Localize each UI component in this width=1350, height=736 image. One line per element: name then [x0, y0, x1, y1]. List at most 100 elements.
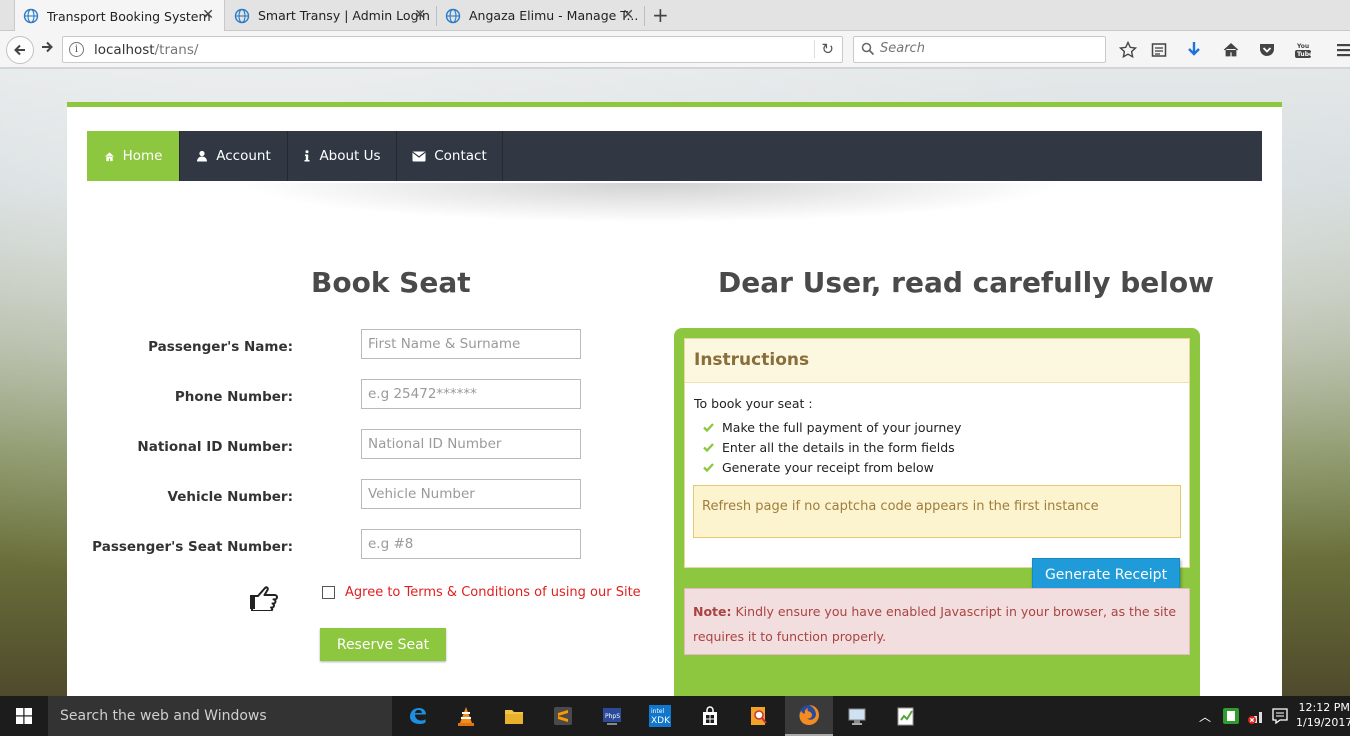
svg-text:PhpS: PhpS [605, 713, 620, 720]
note-text: Kindly ensure you have enabled Javascrip… [693, 604, 1177, 644]
phone-number-label: Phone Number: [174, 389, 293, 405]
windows-taskbar: Search the web and Windows PhpS intel XDK… [0, 696, 1350, 736]
close-icon[interactable]: ✕ [622, 7, 634, 23]
user-icon [197, 150, 208, 162]
system-clock[interactable]: 12:12 PM 1/19/2017 [1296, 700, 1350, 730]
tab-separator [644, 6, 645, 26]
national-id-input[interactable] [361, 429, 581, 459]
site-navigation: Home Account About Us Contact [87, 131, 1262, 181]
close-icon[interactable]: ✕ [414, 7, 426, 23]
vehicle-number-input[interactable] [361, 479, 581, 509]
nav-item-account[interactable]: Account [180, 131, 288, 181]
passenger-name-input[interactable] [361, 329, 581, 359]
instructions-intro: To book your seat : [694, 396, 813, 411]
captcha-note: Refresh page if no captcha code appears … [693, 485, 1181, 538]
nav-item-label: Contact [434, 148, 487, 164]
back-button[interactable] [6, 36, 34, 64]
check-icon [703, 422, 714, 432]
instructions-panel-title: Instructions [685, 339, 1189, 383]
tab-title: Smart Transy | Admin Login [258, 8, 430, 23]
book-seat-heading: Book Seat [311, 266, 471, 299]
network-disconnected-icon[interactable] [1247, 707, 1265, 725]
tab-title: Angaza Elimu - Manage T... [469, 8, 639, 23]
intel-xdk-icon[interactable]: intel XDK [636, 696, 684, 736]
home-icon [104, 151, 114, 161]
seat-number-label: Passenger's Seat Number: [92, 539, 293, 555]
url-path: /trans/ [154, 42, 199, 58]
file-explorer-icon[interactable] [490, 696, 538, 736]
phpstorm-icon[interactable]: PhpS [588, 696, 636, 736]
generate-receipt-button[interactable]: Generate Receipt [1032, 558, 1180, 591]
svg-text:intel: intel [651, 708, 665, 715]
tab-transport-booking[interactable]: Transport Booking System ✕ [14, 0, 225, 32]
bookmark-star-icon[interactable] [1118, 40, 1138, 60]
national-id-label: National ID Number: [137, 439, 293, 455]
menu-hamburger-icon[interactable] [1334, 40, 1350, 60]
firefox-icon[interactable] [785, 696, 833, 736]
tab-angaza-elimu[interactable]: Angaza Elimu - Manage T... ✕ [437, 0, 644, 31]
store-icon[interactable] [686, 696, 734, 736]
download-icon[interactable] [1184, 40, 1204, 60]
nav-item-contact[interactable]: Contact [397, 131, 503, 181]
pocket-icon[interactable] [1257, 40, 1277, 60]
youtube-icon[interactable]: You Tube [1293, 40, 1313, 60]
windows-logo-icon [16, 708, 32, 724]
step-text: Make the full payment of your journey [722, 419, 962, 435]
passenger-name-label: Passenger's Name: [148, 339, 293, 355]
svg-text:XDK: XDK [651, 716, 671, 726]
phone-number-input[interactable] [361, 379, 581, 409]
new-tab-icon[interactable]: + [652, 3, 669, 27]
sublime-text-icon[interactable] [539, 696, 587, 736]
step-text: Generate your receipt from below [722, 459, 934, 475]
start-button[interactable] [0, 696, 48, 736]
search-icon [861, 42, 875, 56]
search-input[interactable] [880, 41, 1090, 56]
check-icon [703, 462, 714, 472]
notification-icon[interactable] [1271, 707, 1289, 725]
javascript-note: Note: Kindly ensure you have enabled Jav… [684, 588, 1190, 655]
list-item: Generate your receipt from below [703, 457, 961, 477]
step-text: Enter all the details in the form fields [722, 439, 955, 455]
hand-pointing-icon [250, 586, 278, 611]
notepad-plus-icon[interactable] [882, 696, 930, 736]
url-host: localhost [94, 42, 155, 58]
browser-search-box[interactable] [853, 36, 1106, 63]
nav-item-label: About Us [319, 148, 381, 164]
nav-item-home[interactable]: Home [87, 131, 180, 181]
reserve-seat-button[interactable]: Reserve Seat [320, 628, 446, 661]
instructions-panel: Instructions To book your seat : Make th… [684, 338, 1190, 568]
nav-item-about-us[interactable]: About Us [288, 131, 397, 181]
search-tool-icon[interactable] [735, 696, 783, 736]
chevron-up-icon[interactable]: ︿ [1199, 708, 1211, 725]
seat-number-input[interactable] [361, 529, 581, 559]
url-bar[interactable]: i localhost/trans/ ↻ [62, 36, 843, 63]
url-text: localhost/trans/ [94, 42, 198, 58]
clock-date: 1/19/2017 [1296, 716, 1350, 729]
vlc-icon[interactable] [442, 696, 490, 736]
vehicle-number-label: Vehicle Number: [167, 489, 293, 505]
taskbar-search[interactable]: Search the web and Windows [48, 696, 392, 736]
list-item: Make the full payment of your journey [703, 417, 961, 437]
terms-checkbox[interactable] [322, 586, 335, 599]
terms-label[interactable]: Agree to Terms & Conditions of using our… [345, 585, 641, 600]
home-icon[interactable] [1221, 40, 1241, 60]
envelope-icon [412, 151, 426, 161]
browser-tab-bar: Transport Booking System ✕ Smart Transy … [0, 0, 1350, 32]
tab-title: Transport Booking System [47, 8, 211, 24]
reload-icon[interactable]: ↻ [814, 40, 834, 58]
clock-time: 12:12 PM [1298, 701, 1350, 714]
tab-admin-login[interactable]: Smart Transy | Admin Login ✕ [226, 0, 436, 31]
instructions-box: Instructions To book your seat : Make th… [674, 328, 1200, 701]
close-icon[interactable]: ✕ [202, 7, 214, 23]
info-icon[interactable]: i [69, 42, 84, 57]
list-item: Enter all the details in the form fields [703, 437, 961, 457]
arrow-right-icon[interactable] [40, 40, 54, 54]
check-icon [703, 442, 714, 452]
reading-list-icon[interactable] [1149, 40, 1169, 60]
tray-app-icon[interactable] [1222, 707, 1240, 725]
instructions-heading: Dear User, read carefully below [718, 266, 1214, 299]
network-app-icon[interactable] [833, 696, 881, 736]
edge-icon[interactable] [394, 696, 442, 736]
nav-item-label: Home [122, 148, 163, 164]
main-container: Home Account About Us Contact Book Seat … [67, 102, 1282, 701]
